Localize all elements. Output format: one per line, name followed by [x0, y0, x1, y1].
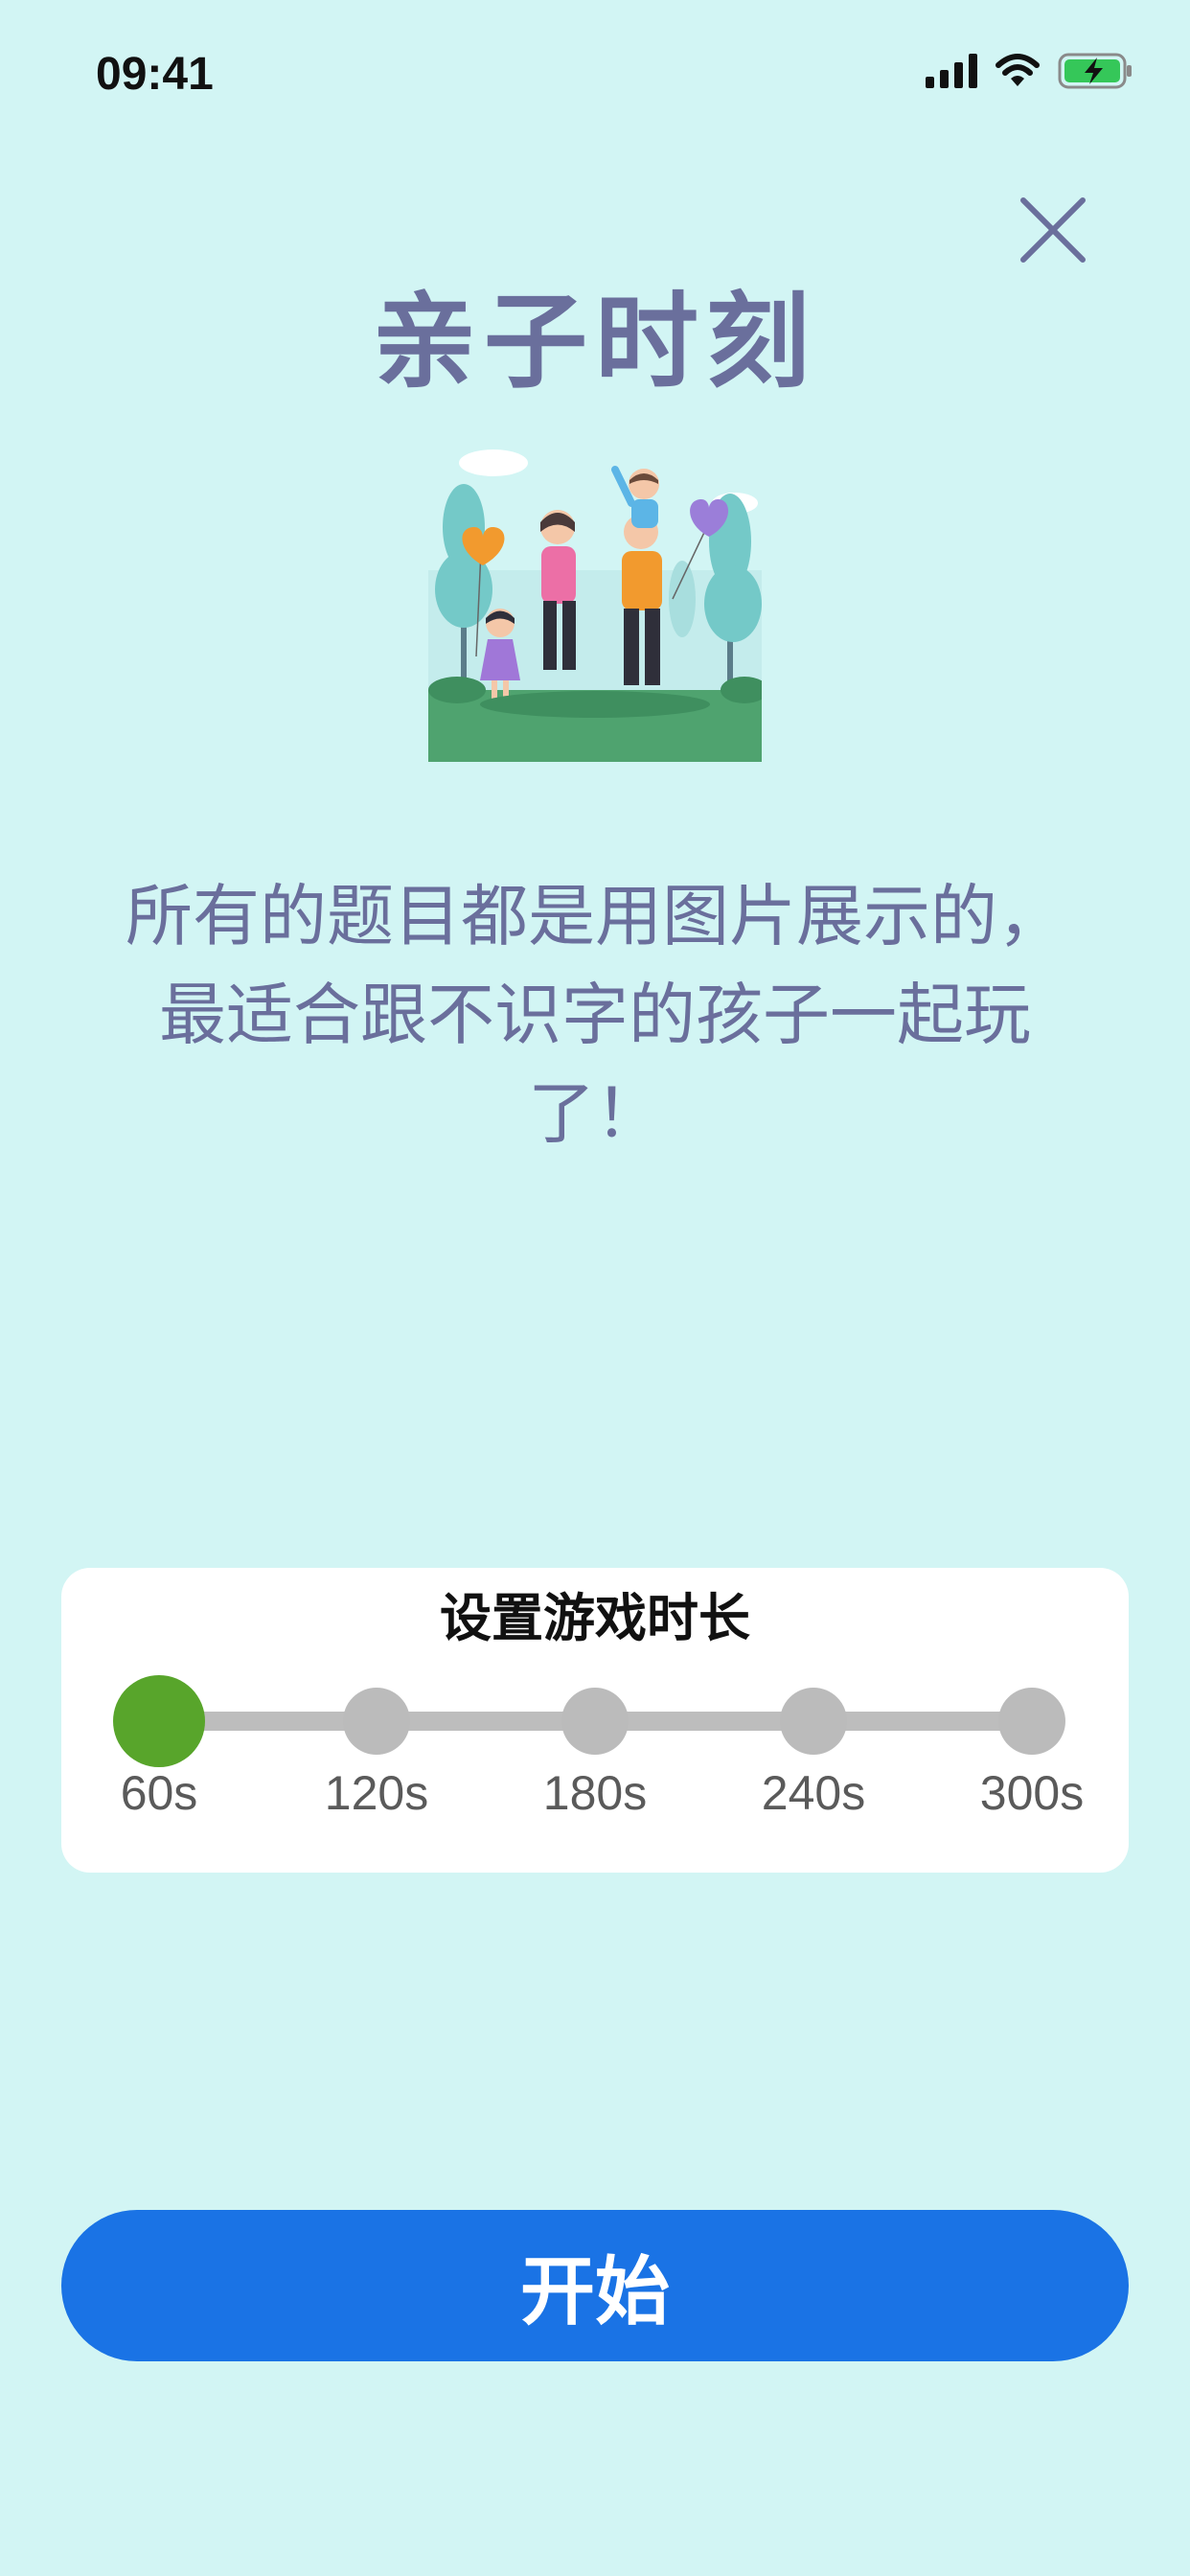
duration-option-label[interactable]: 60s — [82, 1765, 236, 1821]
duration-option-240s-knob[interactable] — [780, 1688, 847, 1755]
duration-option-300s-knob[interactable] — [998, 1688, 1065, 1755]
start-button[interactable]: 开始 — [61, 2210, 1129, 2361]
wifi-icon — [995, 54, 1040, 86]
status-time: 09:41 — [96, 49, 214, 100]
quiz-setup-screen: 09:41 亲子时刻 所有的题目都是用图片展示的， 最适合跟不识字的孩子一起玩 … — [0, 0, 1190, 2576]
start-button-label: 开始 — [519, 2249, 670, 2335]
cellular-signal-icon — [926, 54, 977, 88]
status-icons — [926, 52, 1134, 90]
description-line: 最适合跟不识字的孩子一起玩 — [159, 976, 1031, 1054]
duration-option-label[interactable]: 120s — [300, 1765, 453, 1821]
battery-charging-icon — [1058, 53, 1132, 89]
description-line: 了！ — [528, 1074, 662, 1153]
description-text: 所有的题目都是用图片展示的， 最适合跟不识字的孩子一起玩 了！ — [81, 867, 1109, 1163]
close-icon[interactable] — [1019, 196, 1087, 264]
duration-title: 设置游戏时长 — [440, 1588, 750, 1648]
duration-option-label[interactable]: 180s — [518, 1765, 672, 1821]
duration-option-120s-knob[interactable] — [343, 1688, 410, 1755]
duration-option-label[interactable]: 300s — [955, 1765, 1109, 1821]
description-line: 所有的题目都是用图片展示的， — [126, 877, 1064, 955]
page-title: 亲子时刻 — [372, 282, 817, 402]
duration-option-label[interactable]: 240s — [737, 1765, 890, 1821]
family-illustration — [428, 449, 762, 762]
duration-option-60s-knob[interactable] — [113, 1675, 205, 1767]
duration-option-180s-knob[interactable] — [561, 1688, 629, 1755]
